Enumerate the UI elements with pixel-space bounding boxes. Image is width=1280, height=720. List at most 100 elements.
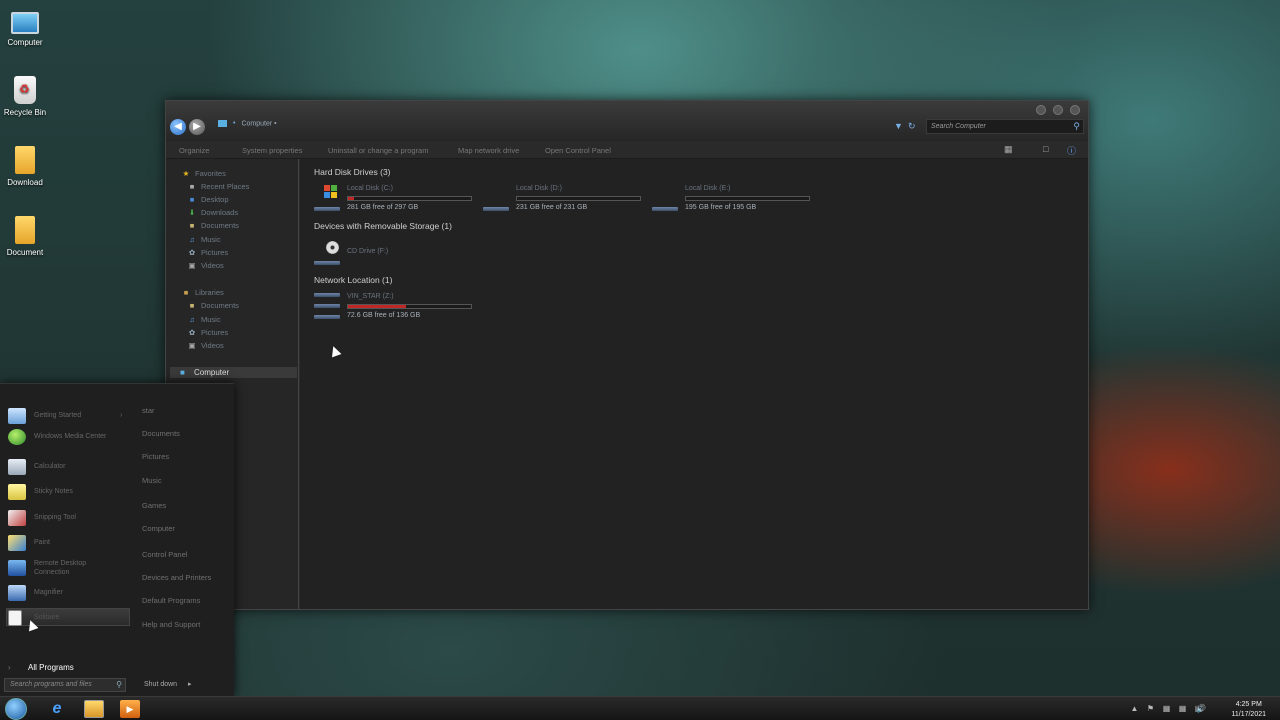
- videos-icon: ▣: [188, 341, 196, 350]
- control-panel-button[interactable]: Open Control Panel: [545, 146, 611, 155]
- sticky-notes-icon: [8, 484, 26, 500]
- drive-free-space: 281 GB free of 297 GB: [347, 204, 419, 211]
- uninstall-button[interactable]: Uninstall or change a program: [328, 146, 428, 155]
- cd-drive-icon: [314, 261, 340, 265]
- nav-desktop[interactable]: ■ Desktop: [187, 195, 229, 204]
- desktop-icon: ■: [189, 195, 195, 204]
- system-properties-button[interactable]: System properties: [242, 146, 302, 155]
- hard-drive-icon: [483, 207, 509, 211]
- organize-button[interactable]: Organize: [179, 146, 209, 155]
- search-placeholder: Search Computer: [931, 123, 986, 130]
- start-right-default-programs[interactable]: Default Programs: [142, 596, 200, 605]
- nav-documents[interactable]: ■ Documents: [187, 221, 239, 230]
- tray-app-icon[interactable]: ▦: [1178, 704, 1187, 713]
- documents-icon: ■: [189, 221, 195, 230]
- desktop-icon-download[interactable]: Download: [0, 146, 50, 187]
- cd-icon: [326, 241, 339, 254]
- drive-name: CD Drive (F:): [347, 248, 389, 255]
- back-button[interactable]: ◀: [170, 119, 186, 135]
- desktop-icon-label: Document: [6, 248, 44, 257]
- start-right-games[interactable]: Games: [142, 501, 166, 510]
- start-right-help-support[interactable]: Help and Support: [142, 620, 200, 629]
- libraries-icon: ■: [183, 288, 189, 297]
- start-right-star[interactable]: star: [142, 406, 155, 415]
- start-search-input[interactable]: Search programs and files ⚲: [4, 678, 126, 692]
- start-right-control-panel[interactable]: Control Panel: [142, 550, 187, 559]
- refresh-icon[interactable]: ↻: [908, 121, 916, 132]
- all-programs-button[interactable]: All Programs: [28, 663, 74, 672]
- start-right-devices-printers[interactable]: Devices and Printers: [142, 573, 211, 582]
- paint-icon: [8, 535, 26, 551]
- file-explorer-icon[interactable]: [84, 700, 104, 718]
- nav-lib-videos[interactable]: ▣ Videos: [187, 341, 223, 350]
- start-menu: Getting Started › Windows Media Center C…: [0, 383, 234, 696]
- content-pane: Hard Disk Drives (3) Local Disk (C:) 281…: [300, 159, 1088, 609]
- drive-usage-bar: [347, 304, 472, 309]
- network-drive-icon: [314, 304, 340, 308]
- start-right-computer[interactable]: Computer: [142, 524, 175, 533]
- chevron-down-icon[interactable]: ▼: [894, 121, 903, 131]
- drive-name: VIN_STAR (Z:): [347, 293, 394, 300]
- action-center-icon[interactable]: ⚑: [1146, 704, 1155, 713]
- nav-music[interactable]: ♫ Music: [187, 235, 220, 244]
- group-network-location[interactable]: Network Location (1): [314, 275, 392, 285]
- desktop-icon-label: Recycle Bin: [3, 108, 47, 117]
- network-drive-icon: [314, 293, 340, 297]
- nav-libraries[interactable]: ■ Libraries: [181, 288, 224, 297]
- start-right-documents[interactable]: Documents: [142, 429, 180, 438]
- nav-lib-music[interactable]: ♫ Music: [187, 315, 220, 324]
- search-icon[interactable]: ⚲: [1073, 121, 1080, 132]
- nav-favorites[interactable]: ★ Favorites: [181, 169, 226, 178]
- address-text: Computer: [241, 120, 273, 128]
- forward-button[interactable]: ▶: [189, 119, 205, 135]
- desktop-icon-document[interactable]: Document: [0, 216, 50, 257]
- nav-pictures[interactable]: ✿ Pictures: [187, 248, 228, 257]
- clock-time: 4:25 PM: [1235, 701, 1262, 708]
- map-drive-button[interactable]: Map network drive: [458, 146, 519, 155]
- clock-date: 11/17/2021: [1231, 711, 1266, 718]
- address-bar[interactable]: • Computer •: [218, 120, 277, 127]
- nav-computer-selected[interactable]: ■ Computer: [170, 367, 297, 378]
- tray-app-icon[interactable]: ▦: [1162, 704, 1171, 713]
- hard-drive-icon: [652, 207, 678, 211]
- recent-places-icon: ■: [189, 182, 195, 191]
- internet-explorer-icon[interactable]: e: [47, 700, 67, 718]
- hard-drive-icon: [314, 207, 340, 211]
- start-right-pictures[interactable]: Pictures: [142, 452, 169, 461]
- windows-logo-icon: [324, 185, 338, 199]
- preview-pane-icon[interactable]: □: [1043, 144, 1053, 154]
- drive-name: Local Disk (D:): [516, 185, 562, 192]
- start-button[interactable]: [5, 698, 27, 720]
- nav-downloads[interactable]: ⬇ Downloads: [187, 208, 238, 217]
- start-right-music[interactable]: Music: [142, 476, 162, 485]
- close-button[interactable]: [1070, 105, 1080, 115]
- nav-lib-documents[interactable]: ■ Documents: [187, 301, 239, 310]
- nav-videos[interactable]: ▣ Videos: [187, 261, 223, 270]
- start-menu-programs: Getting Started › Windows Media Center C…: [0, 384, 133, 654]
- maximize-button[interactable]: [1053, 105, 1063, 115]
- desktop-icon-computer[interactable]: Computer: [0, 8, 50, 47]
- desktop-icon-recycle-bin[interactable]: Recycle Bin: [0, 76, 50, 117]
- download-icon: ⬇: [188, 208, 196, 217]
- search-input[interactable]: Search Computer ⚲: [926, 119, 1084, 134]
- nav-lib-pictures[interactable]: ✿ Pictures: [187, 328, 228, 337]
- volume-icon[interactable]: 🔊: [1196, 704, 1206, 713]
- shutdown-options-arrow[interactable]: ▸: [188, 680, 192, 688]
- nav-recent-places[interactable]: ■ Recent Places: [187, 182, 250, 191]
- drive-free-space: 231 GB free of 231 GB: [516, 204, 588, 211]
- clock[interactable]: 4:25 PM 11/17/2021: [1231, 700, 1266, 720]
- explorer-window: ◀ ▶ • Computer • ▼ ↻ Search Computer ⚲ Or…: [165, 100, 1089, 610]
- shutdown-button[interactable]: Shut down: [144, 681, 177, 688]
- show-hidden-icons[interactable]: ▲: [1130, 704, 1139, 713]
- chevron-right-icon: ›: [120, 412, 123, 419]
- help-icon[interactable]: ⓘ: [1067, 144, 1077, 156]
- computer-icon: [218, 120, 227, 127]
- group-hard-disk-drives[interactable]: Hard Disk Drives (3): [314, 167, 391, 177]
- view-options-icon[interactable]: ▦: [1004, 144, 1014, 154]
- desktop-icon-label: Computer: [7, 38, 43, 47]
- minimize-button[interactable]: [1036, 105, 1046, 115]
- media-player-icon[interactable]: ▶: [120, 700, 140, 718]
- group-removable-storage[interactable]: Devices with Removable Storage (1): [314, 221, 452, 231]
- folder-icon: [15, 216, 35, 244]
- drive-name: Local Disk (E:): [685, 185, 731, 192]
